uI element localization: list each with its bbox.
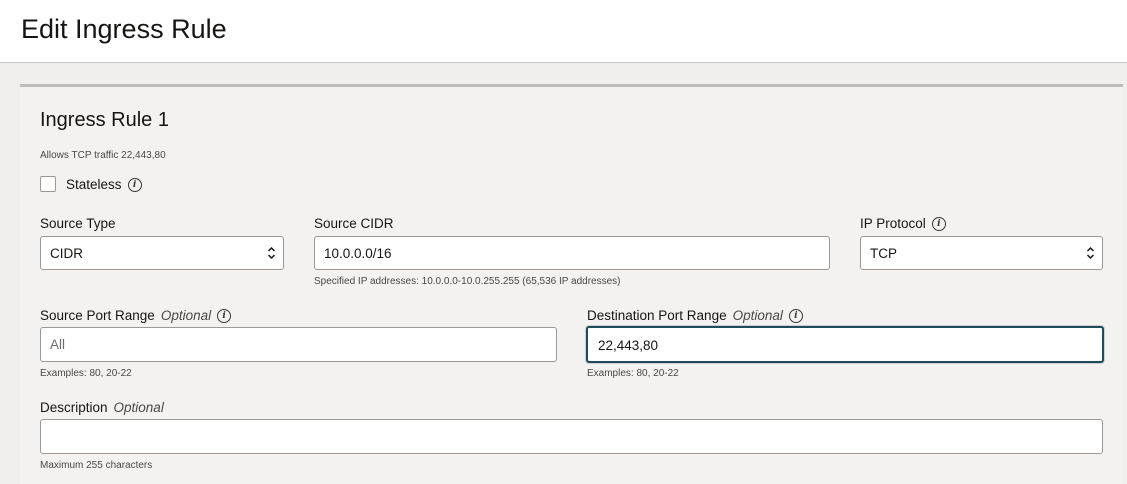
source-port-label-text: Source Port Range	[40, 308, 155, 323]
stateless-checkbox[interactable]	[40, 176, 56, 192]
dest-port-label-text: Destination Port Range	[587, 308, 727, 323]
source-type-label: Source Type	[40, 216, 116, 231]
source-cidr-help: Specified IP addresses: 10.0.0.0-10.0.25…	[314, 276, 621, 287]
dest-port-help: Examples: 80, 20-22	[587, 368, 679, 379]
page-title: Edit Ingress Rule	[21, 14, 227, 44]
info-icon[interactable]: i	[788, 309, 803, 324]
source-port-placeholder: All	[50, 337, 66, 352]
source-cidr-input[interactable]: 10.0.0.0/16	[314, 236, 830, 270]
stateless-label-text: Stateless	[66, 177, 122, 192]
dest-port-input[interactable]: 22,443,80	[586, 326, 1104, 363]
rule-summary: Allows TCP traffic 22,443,80	[40, 150, 166, 161]
info-icon[interactable]: i	[217, 309, 232, 324]
source-cidr-value: 10.0.0.0/16	[324, 246, 392, 261]
source-port-help: Examples: 80, 20-22	[40, 368, 132, 379]
select-chevron-icon	[267, 246, 276, 260]
ip-protocol-label-text: IP Protocol	[860, 216, 926, 231]
source-type-value: CIDR	[50, 246, 83, 261]
optional-tag: Optional	[160, 308, 212, 323]
source-cidr-label: Source CIDR	[314, 216, 394, 231]
info-icon[interactable]: i	[931, 217, 946, 232]
optional-tag: Optional	[732, 308, 783, 323]
ip-protocol-label: IP Protocol i	[860, 216, 946, 232]
description-help: Maximum 255 characters	[40, 460, 153, 471]
description-label-text: Description	[40, 400, 108, 415]
source-port-label: Source Port Range Optional i	[40, 308, 232, 324]
stateless-label: Stateless i	[66, 177, 142, 193]
description-input[interactable]	[40, 419, 1103, 454]
source-type-select[interactable]: CIDR	[40, 236, 284, 270]
info-icon[interactable]: i	[127, 178, 142, 193]
dest-port-label: Destination Port Range Optional i	[587, 308, 803, 324]
select-chevron-icon	[1086, 246, 1095, 260]
dest-port-value: 22,443,80	[598, 338, 659, 353]
rule-title: Ingress Rule 1	[40, 109, 169, 131]
ip-protocol-value: TCP	[870, 246, 897, 261]
optional-tag: Optional	[113, 400, 164, 415]
source-port-input[interactable]: All	[40, 327, 557, 362]
description-label: Description Optional	[40, 400, 164, 415]
ip-protocol-select[interactable]: TCP	[860, 236, 1103, 270]
page-header: Edit Ingress Rule	[0, 0, 1127, 63]
